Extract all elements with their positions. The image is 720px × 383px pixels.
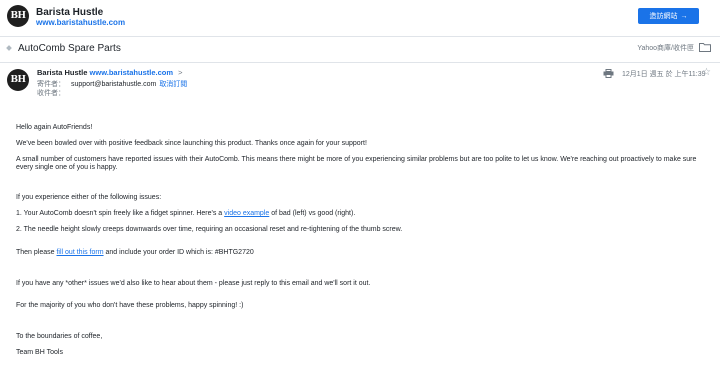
brand-url-link[interactable]: www.baristahustle.com [36, 18, 125, 27]
item1-text-after: of bad (left) vs good (right). [271, 210, 356, 217]
visit-website-button[interactable]: 造訪網站 → [638, 8, 699, 24]
body-paragraph: We've been bowled over with positive fee… [16, 140, 367, 147]
body-paragraph: If you have any *other* issues we'd also… [16, 280, 371, 287]
fill-form-link[interactable]: fill out this form [56, 249, 103, 256]
brand-logo[interactable]: BH [7, 5, 29, 27]
subject-divider [0, 62, 720, 63]
from-name[interactable]: Barista Hustle [37, 68, 87, 77]
body-signoff: To the boundaries of coffee, [16, 333, 103, 340]
visit-website-label: 造訪網站 [649, 13, 678, 20]
sender-header: BH Barista Hustle www.baristahustle.com … [0, 0, 720, 34]
message-date: 12月1日 週五 於 上午11:39 [622, 71, 706, 78]
item1-text: 1. Your AutoComb doesn't spin freely lik… [16, 210, 223, 217]
fill-text: Then please [16, 249, 55, 256]
sender-avatar: BH [7, 69, 29, 91]
brand-name[interactable]: Barista Hustle [36, 7, 103, 18]
chevron-right-icon[interactable]: > [178, 68, 182, 77]
body-greeting: Hello again AutoFriends! [16, 124, 93, 131]
body-paragraph: If you experience either of the followin… [16, 194, 162, 201]
from-line: Barista Hustle www.baristahustle.com > [37, 68, 183, 77]
email-subject: AutoComb Spare Parts [18, 43, 121, 54]
from-url-link[interactable]: www.baristahustle.com [90, 68, 174, 77]
subject-bullet-icon [6, 45, 12, 51]
body-paragraph: For the majority of you who don't have t… [16, 302, 244, 309]
body-paragraph: Then please fill out this form and inclu… [16, 248, 706, 257]
body-list-item: 1. Your AutoComb doesn't spin freely lik… [16, 209, 706, 218]
recipient-row: 收件者： [37, 88, 65, 98]
arrow-right-icon: → [680, 12, 688, 20]
fill-text-after: and include your order ID which is: #BHT… [105, 249, 254, 256]
subject-bar: AutoComb Spare Parts Yahoo商庫/收件匣 [0, 37, 720, 62]
folder-icon[interactable] [699, 42, 711, 52]
body-list-item: 2. The needle height slowly creeps downw… [16, 226, 403, 233]
sender-email[interactable]: support@baristahustle.com [71, 81, 156, 88]
body-paragraph: every single one of you is happy. [16, 164, 118, 171]
sender-label: 寄件者： [37, 81, 65, 88]
print-icon[interactable] [603, 69, 614, 78]
folder-path[interactable]: Yahoo商庫/收件匣 [637, 43, 694, 53]
star-icon[interactable]: ☆ [702, 67, 711, 78]
body-signature: Team BH Tools [16, 349, 63, 356]
unsubscribe-link[interactable]: 取消訂閱 [159, 81, 187, 88]
video-example-link[interactable]: video example [224, 210, 269, 217]
recipient-label: 收件者： [37, 90, 65, 97]
